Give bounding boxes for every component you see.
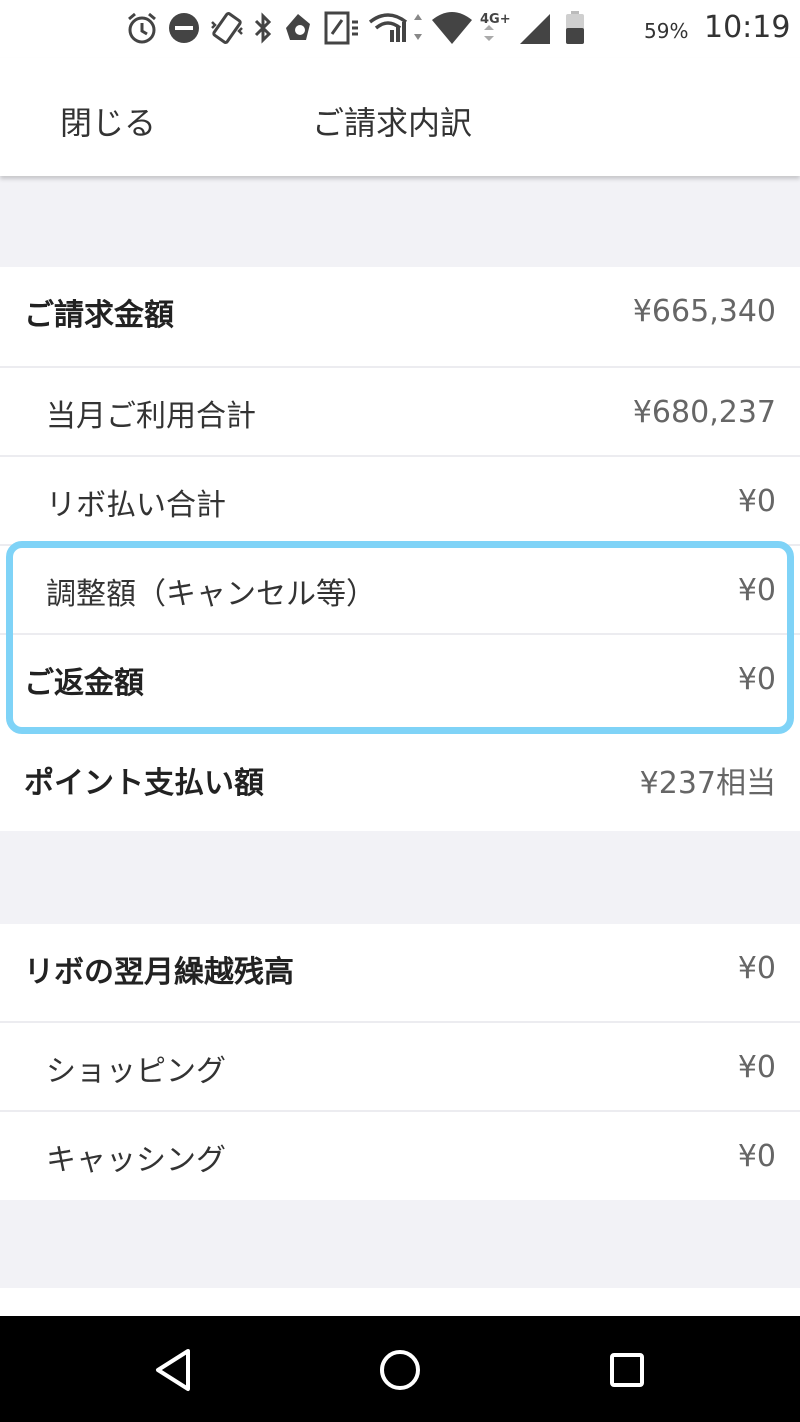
bottom-card-edge (0, 1288, 800, 1316)
bluetooth-icon (254, 12, 272, 44)
shopping-label: ショッピング (46, 1053, 226, 1089)
navigation-bar (0, 1316, 800, 1422)
wifi-calling-icon (368, 13, 422, 42)
adjustment-row: 調整額（キャンセル等） ¥0 (0, 546, 800, 635)
app-header: 閉じる ご請求内訳 (0, 58, 800, 176)
vibrate-icon (211, 12, 243, 44)
refund-label: ご返金額 (24, 665, 144, 701)
wifi-icon (432, 12, 472, 44)
back-icon[interactable] (150, 1347, 196, 1393)
monthly-usage-row: 当月ご利用合計 ¥680,237 (0, 368, 800, 457)
billing-total-value: ¥665,340 (632, 294, 776, 329)
revolving-total-value: ¥0 (737, 484, 776, 519)
points-value: ¥237相当 (639, 765, 776, 801)
points-row: ポイント支払い額 ¥237相当 (0, 735, 800, 824)
revolving-balance-value: ¥0 (737, 951, 776, 986)
billing-card: ご請求金額 ¥665,340 当月ご利用合計 ¥680,237 リボ払い合計 ¥… (0, 267, 800, 831)
revolving-balance-row: リボの翌月繰越残高 ¥0 (0, 924, 800, 1013)
revolving-total-label: リボ払い合計 (46, 487, 226, 523)
adjustment-label: 調整額（キャンセル等） (46, 576, 376, 612)
recents-icon[interactable] (604, 1347, 650, 1393)
billing-total-row: ご請求金額 ¥665,340 (0, 267, 800, 356)
page-title: ご請求内訳 (312, 104, 473, 142)
clock: 10:19 (704, 10, 791, 45)
battery-icon (566, 11, 584, 44)
billing-total-label: ご請求金額 (24, 297, 174, 333)
app-icon (286, 14, 310, 40)
refund-row: ご返金額 ¥0 (0, 635, 800, 724)
shopping-row: ショッピング ¥0 (0, 1023, 800, 1112)
status-icons: 4G+ (124, 8, 590, 48)
monthly-usage-value: ¥680,237 (632, 395, 776, 430)
do-not-disturb-icon (169, 13, 199, 43)
battery-percent: 59% (644, 19, 689, 43)
cashing-label: キャッシング (46, 1142, 226, 1178)
revolving-balance-label: リボの翌月繰越残高 (24, 954, 294, 990)
alarm-icon (128, 12, 156, 44)
monthly-usage-label: 当月ご利用合計 (46, 398, 256, 434)
status-bar: 4G+ 59% 10:19 (0, 0, 800, 58)
svg-text:4G+: 4G+ (480, 12, 511, 27)
cashing-row: キャッシング ¥0 (0, 1112, 800, 1201)
cashing-value: ¥0 (737, 1139, 776, 1174)
revolving-total-row: リボ払い合計 ¥0 (0, 457, 800, 546)
nfc-icon (324, 11, 358, 45)
adjustment-value: ¥0 (737, 573, 776, 608)
revolving-card: リボの翌月繰越残高 ¥0 ショッピング ¥0 キャッシング ¥0 (0, 924, 800, 1200)
points-label: ポイント支払い額 (24, 765, 264, 801)
refund-value: ¥0 (737, 662, 776, 697)
close-button[interactable]: 閉じる (60, 98, 156, 144)
shopping-value: ¥0 (737, 1050, 776, 1085)
home-icon[interactable] (377, 1347, 423, 1393)
cell-signal-icon: 4G+ (480, 12, 550, 44)
